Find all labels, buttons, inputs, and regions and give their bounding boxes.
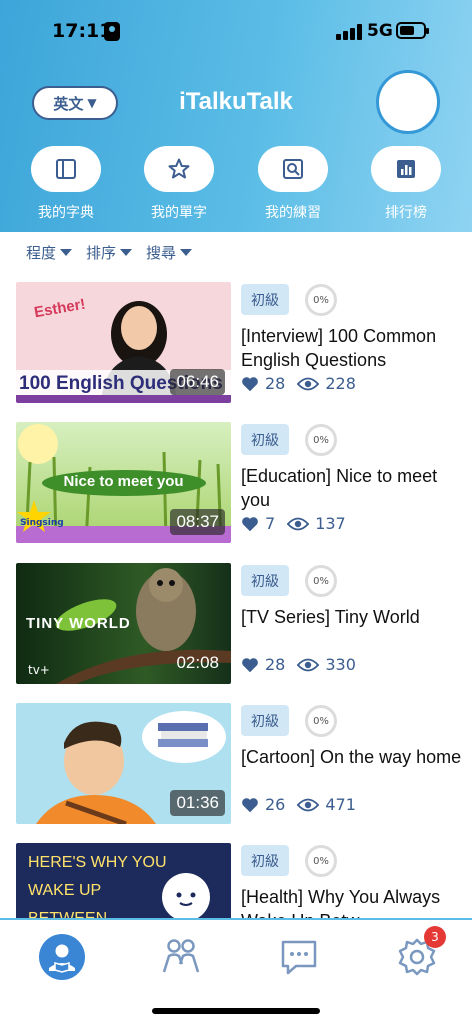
level-badge: 初級 [241, 705, 289, 736]
like-count: 28 [265, 374, 286, 393]
video-thumbnail[interactable]: 01:36 [16, 703, 231, 824]
like-count: 26 [265, 795, 286, 814]
video-thumbnail[interactable]: Esther! 100 English Questions 06:46 [16, 282, 231, 403]
video-stats: 7 137 [241, 514, 346, 533]
avatar[interactable] [376, 70, 440, 134]
caret-down-icon [120, 249, 133, 256]
network-label: 5G [367, 21, 393, 41]
view-count: 137 [315, 514, 346, 533]
progress-indicator: 0% [305, 845, 337, 877]
home-indicator[interactable] [152, 1008, 320, 1014]
filter-label: 程度 [26, 244, 57, 262]
heart-icon [242, 376, 258, 391]
thumbnail-text: Nice to meet you [63, 473, 184, 490]
chat-icon [281, 940, 317, 975]
video-stats: 26 471 [241, 795, 356, 814]
quick-leaderboard[interactable]: 排行榜 [371, 146, 441, 226]
progress-indicator: 0% [305, 284, 337, 316]
caret-down-icon [180, 249, 193, 256]
filter-bar: 程度 排序 搜尋 [26, 242, 193, 263]
video-title[interactable]: [Cartoon] On the way home [241, 745, 463, 769]
thumbnail-text: TINY WORLD [26, 615, 131, 632]
progress-indicator: 0% [305, 705, 337, 737]
heart-icon [242, 516, 258, 531]
quick-my-practice[interactable]: 我的練習 [258, 146, 328, 226]
filter-label: 排序 [86, 244, 117, 262]
video-duration: 06:46 [170, 369, 225, 395]
video-item[interactable]: 01:36 初級 0% [Cartoon] On the way home 26… [0, 703, 472, 824]
signal-icon [336, 24, 362, 40]
quick-label: 排行榜 [385, 205, 427, 221]
view-count: 330 [325, 655, 356, 674]
quick-my-words[interactable]: 我的單字 [144, 146, 214, 226]
quick-label: 我的字典 [38, 205, 94, 221]
video-stats: 28 330 [241, 655, 356, 674]
id-card-icon [104, 22, 120, 41]
quick-my-dictionary[interactable]: 我的字典 [31, 146, 101, 226]
filter-sort[interactable]: 排序 [86, 242, 133, 263]
video-duration: 08:37 [170, 509, 225, 535]
heart-icon [242, 797, 258, 812]
level-badge: 初級 [241, 845, 289, 876]
heart-icon [242, 657, 258, 672]
leaderboard-icon [371, 146, 441, 192]
video-thumbnail[interactable]: Nice to meet you Singsing 08:37 [16, 422, 231, 543]
thumbnail-tag: Singsing [20, 518, 64, 528]
video-stats: 28 228 [241, 374, 356, 393]
progress-indicator: 0% [305, 565, 337, 597]
video-item[interactable]: Nice to meet you Singsing 08:37 初級 0% [E… [0, 422, 472, 543]
video-title[interactable]: [Interview] 100 Common English Questions [241, 324, 463, 372]
thumbnail-tag: tv+ [28, 663, 50, 677]
filter-level[interactable]: 程度 [26, 242, 73, 263]
notification-badge: 3 [424, 926, 446, 948]
video-title[interactable]: [Health] Why You Always Wake Up Betw [241, 885, 463, 919]
level-badge: 初級 [241, 424, 289, 455]
profile-book-icon [39, 934, 85, 980]
like-count: 28 [265, 655, 286, 674]
quick-label: 我的單字 [151, 205, 207, 221]
status-bar: 17:11 5G [0, 0, 472, 64]
video-thumbnail[interactable]: HERE'S WHY YOU WAKE UP BETWEEN [16, 843, 231, 919]
video-duration: 01:36 [170, 790, 225, 816]
filter-label: 搜尋 [146, 244, 177, 262]
view-count: 471 [325, 795, 356, 814]
eye-icon [287, 517, 310, 530]
tab-messages[interactable] [276, 934, 322, 980]
eye-icon [297, 798, 320, 811]
video-duration: 02:08 [176, 653, 219, 672]
eye-icon [297, 377, 320, 390]
search-doc-icon [258, 146, 328, 192]
filter-search[interactable]: 搜尋 [146, 242, 193, 263]
app-header: 17:11 5G 英文 ▼ iTalkuTalk 我的字典 我的單字 我的練習 [0, 0, 472, 232]
video-item[interactable]: HERE'S WHY YOU WAKE UP BETWEEN 初級 0% [He… [0, 843, 472, 919]
video-item[interactable]: Esther! 100 English Questions 06:46 初級 0… [0, 282, 472, 403]
star-icon [144, 146, 214, 192]
view-count: 228 [325, 374, 356, 393]
video-item[interactable]: TINY WORLD tv+ 02:08 初級 0% [TV Series] T… [0, 563, 472, 684]
tab-community[interactable] [158, 934, 204, 980]
battery-icon [396, 22, 429, 39]
video-title[interactable]: [Education] Nice to meet you [241, 464, 463, 512]
people-icon [162, 939, 200, 973]
like-count: 7 [265, 514, 276, 533]
quick-label: 我的練習 [265, 205, 321, 221]
eye-icon [297, 658, 320, 671]
tab-library[interactable] [39, 934, 85, 980]
caret-down-icon [60, 249, 73, 256]
level-badge: 初級 [241, 565, 289, 596]
video-title[interactable]: [TV Series] Tiny World [241, 605, 463, 629]
dictionary-icon [31, 146, 101, 192]
progress-indicator: 0% [305, 424, 337, 456]
video-thumbnail[interactable]: TINY WORLD tv+ 02:08 [16, 563, 231, 684]
level-badge: 初級 [241, 284, 289, 315]
